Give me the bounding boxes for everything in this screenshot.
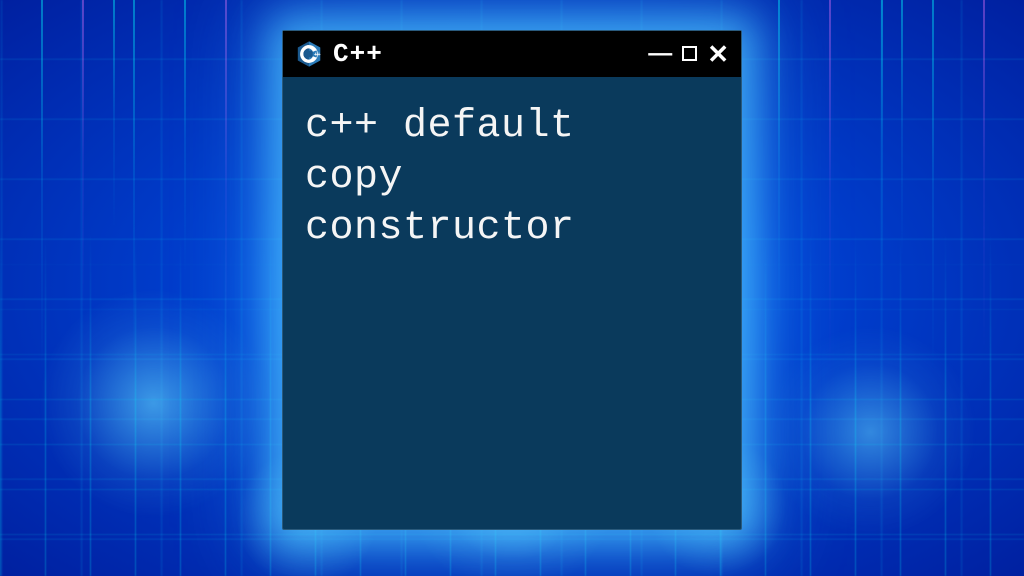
- window-titlebar[interactable]: + + C++ — ✕: [283, 31, 741, 77]
- terminal-window: + + C++ — ✕ c++ default copy constructor: [282, 30, 742, 530]
- window-controls: — ✕: [648, 41, 729, 67]
- svg-text:+: +: [317, 52, 321, 58]
- cpp-logo-icon: + +: [295, 40, 323, 68]
- minimize-icon[interactable]: —: [648, 42, 672, 66]
- window-title: C++: [333, 39, 638, 69]
- window-content: c++ default copy constructor: [283, 77, 741, 529]
- close-icon[interactable]: ✕: [707, 41, 729, 67]
- maximize-icon[interactable]: [682, 42, 697, 66]
